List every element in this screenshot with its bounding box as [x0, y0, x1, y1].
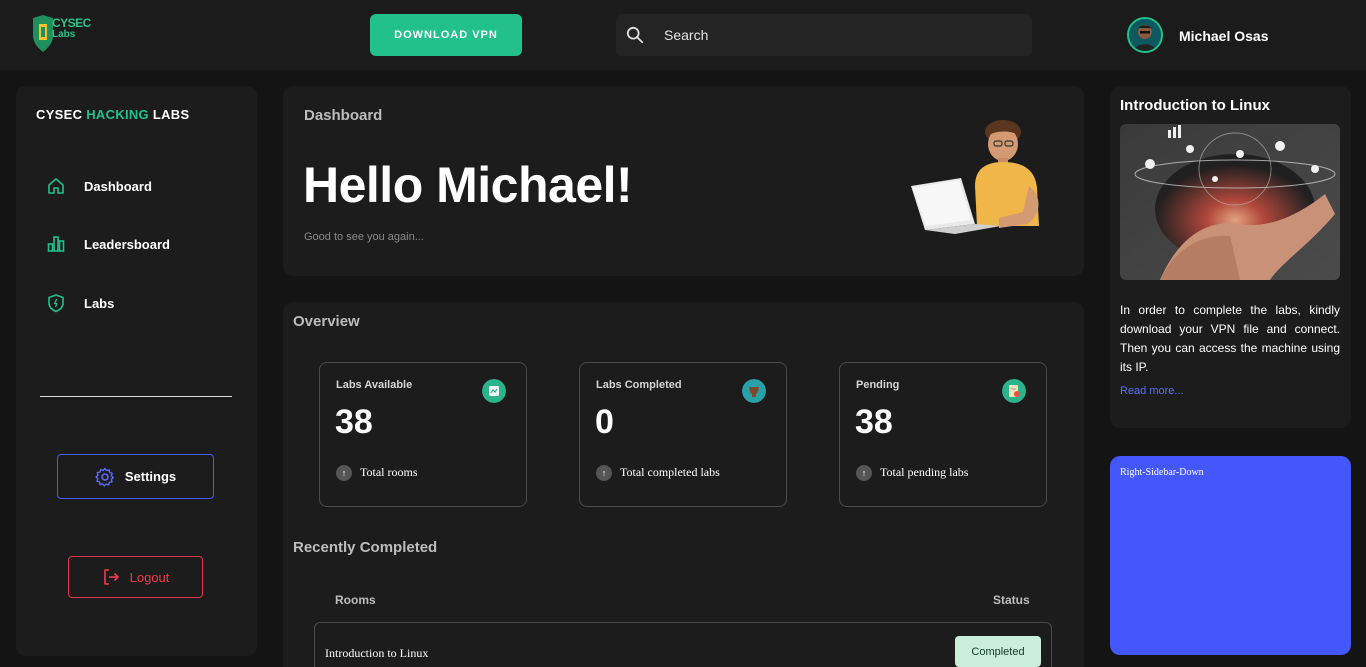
table-header-rooms: Rooms — [335, 593, 376, 607]
brand-part-2: HACKING — [86, 107, 149, 122]
logout-button[interactable]: Logout — [68, 556, 203, 598]
table-header-status: Status — [993, 593, 1030, 607]
room-name[interactable]: Introduction to Linux — [325, 646, 428, 661]
stat-label: Labs Completed — [596, 379, 682, 391]
trend-up-icon: ↑ — [336, 465, 352, 481]
gear-icon — [95, 467, 114, 487]
read-more-link[interactable]: Read more... — [1120, 385, 1184, 397]
sidebar-divider — [40, 396, 232, 397]
shield-icon — [48, 294, 64, 313]
greeting-heading: Hello Michael! — [303, 157, 633, 213]
download-vpn-button[interactable]: DOWNLOAD VPN — [370, 14, 522, 56]
sidebar-item-label: Dashboard — [84, 178, 152, 194]
info-card-title: Introduction to Linux — [1120, 97, 1270, 114]
stat-value: 38 — [335, 403, 373, 441]
sidebar-item-leadersboard[interactable]: Leadersboard — [46, 233, 170, 255]
stat-card-labs-available[interactable]: Labs Available 38 ↑ Total rooms — [319, 362, 527, 507]
brand-part-3: LABS — [148, 107, 190, 122]
stat-caption: Total rooms — [360, 465, 418, 479]
settings-button[interactable]: Settings — [57, 454, 214, 499]
network-globe-illustration — [1120, 124, 1340, 280]
trophy-icon — [742, 379, 766, 403]
sidebar-item-labs[interactable]: Labs — [46, 292, 114, 314]
info-card-text: In order to complete the labs, kindly do… — [1120, 303, 1340, 374]
stat-label: Labs Available — [336, 379, 413, 391]
user-avatar-icon — [1129, 19, 1161, 51]
search-input[interactable] — [664, 14, 1024, 56]
search-bar[interactable] — [616, 14, 1032, 56]
brand-part-1: CYSEC — [36, 107, 87, 122]
top-bar: CYSEC Labs DOWNLOAD VPN Michael Osas — [0, 0, 1366, 70]
user-name[interactable]: Michael Osas — [1179, 28, 1269, 44]
stat-caption: Total completed labs — [620, 465, 720, 479]
avatar[interactable] — [1127, 17, 1163, 53]
logo-text-primary: CYSEC — [52, 16, 91, 30]
search-icon — [626, 26, 644, 44]
cysec-logo[interactable]: CYSEC Labs — [30, 14, 94, 56]
sidebar-item-label: Labs — [84, 295, 115, 311]
bar-chart-icon — [47, 236, 65, 252]
sidebar: CYSEC HACKING LABS Dashboard Leadersboar… — [16, 86, 257, 656]
sidebar-item-dashboard[interactable]: Dashboard — [46, 175, 152, 197]
status-badge: Completed — [955, 636, 1041, 667]
page-title: Dashboard — [304, 107, 383, 124]
stat-value: 38 — [855, 403, 893, 441]
lab-flask-icon — [482, 379, 506, 403]
stat-caption: Total pending labs — [880, 465, 969, 479]
stat-card-labs-completed[interactable]: Labs Completed 0 ↑ Total completed labs — [579, 362, 787, 507]
trend-up-icon: ↑ — [596, 465, 612, 481]
stat-card-pending[interactable]: Pending 38 ↑ Total pending labs — [839, 362, 1047, 507]
clipboard-clock-icon — [1002, 379, 1026, 403]
welcome-card: Dashboard Hello Michael! Good to see you… — [283, 86, 1084, 276]
right-sidebar-down-label: Right-Sidebar-Down — [1120, 467, 1204, 478]
info-card-linux: Introduction to Linux In order to comple… — [1110, 86, 1351, 428]
logo-text-secondary: Labs — [52, 29, 76, 40]
table-row[interactable]: Introduction to Linux Completed — [314, 622, 1052, 667]
sidebar-item-label: Leadersboard — [84, 236, 170, 252]
recently-completed-title: Recently Completed — [293, 539, 438, 556]
right-sidebar-down-panel: Right-Sidebar-Down — [1110, 456, 1351, 655]
brand-title: CYSEC HACKING LABS — [36, 107, 189, 122]
logout-icon — [103, 569, 119, 585]
overview-panel: Overview Labs Available 38 ↑ Total rooms… — [283, 302, 1084, 667]
home-icon — [48, 178, 64, 194]
settings-label: Settings — [124, 469, 177, 484]
stat-label: Pending — [856, 379, 900, 391]
hand-globe-network-image — [1120, 124, 1340, 280]
overview-title: Overview — [293, 313, 360, 330]
trend-up-icon: ↑ — [856, 465, 872, 481]
stat-value: 0 — [595, 403, 614, 441]
person-with-laptop-illustration — [911, 120, 1039, 234]
logout-label: Logout — [129, 569, 170, 585]
greeting-subtitle: Good to see you again... — [304, 231, 424, 243]
